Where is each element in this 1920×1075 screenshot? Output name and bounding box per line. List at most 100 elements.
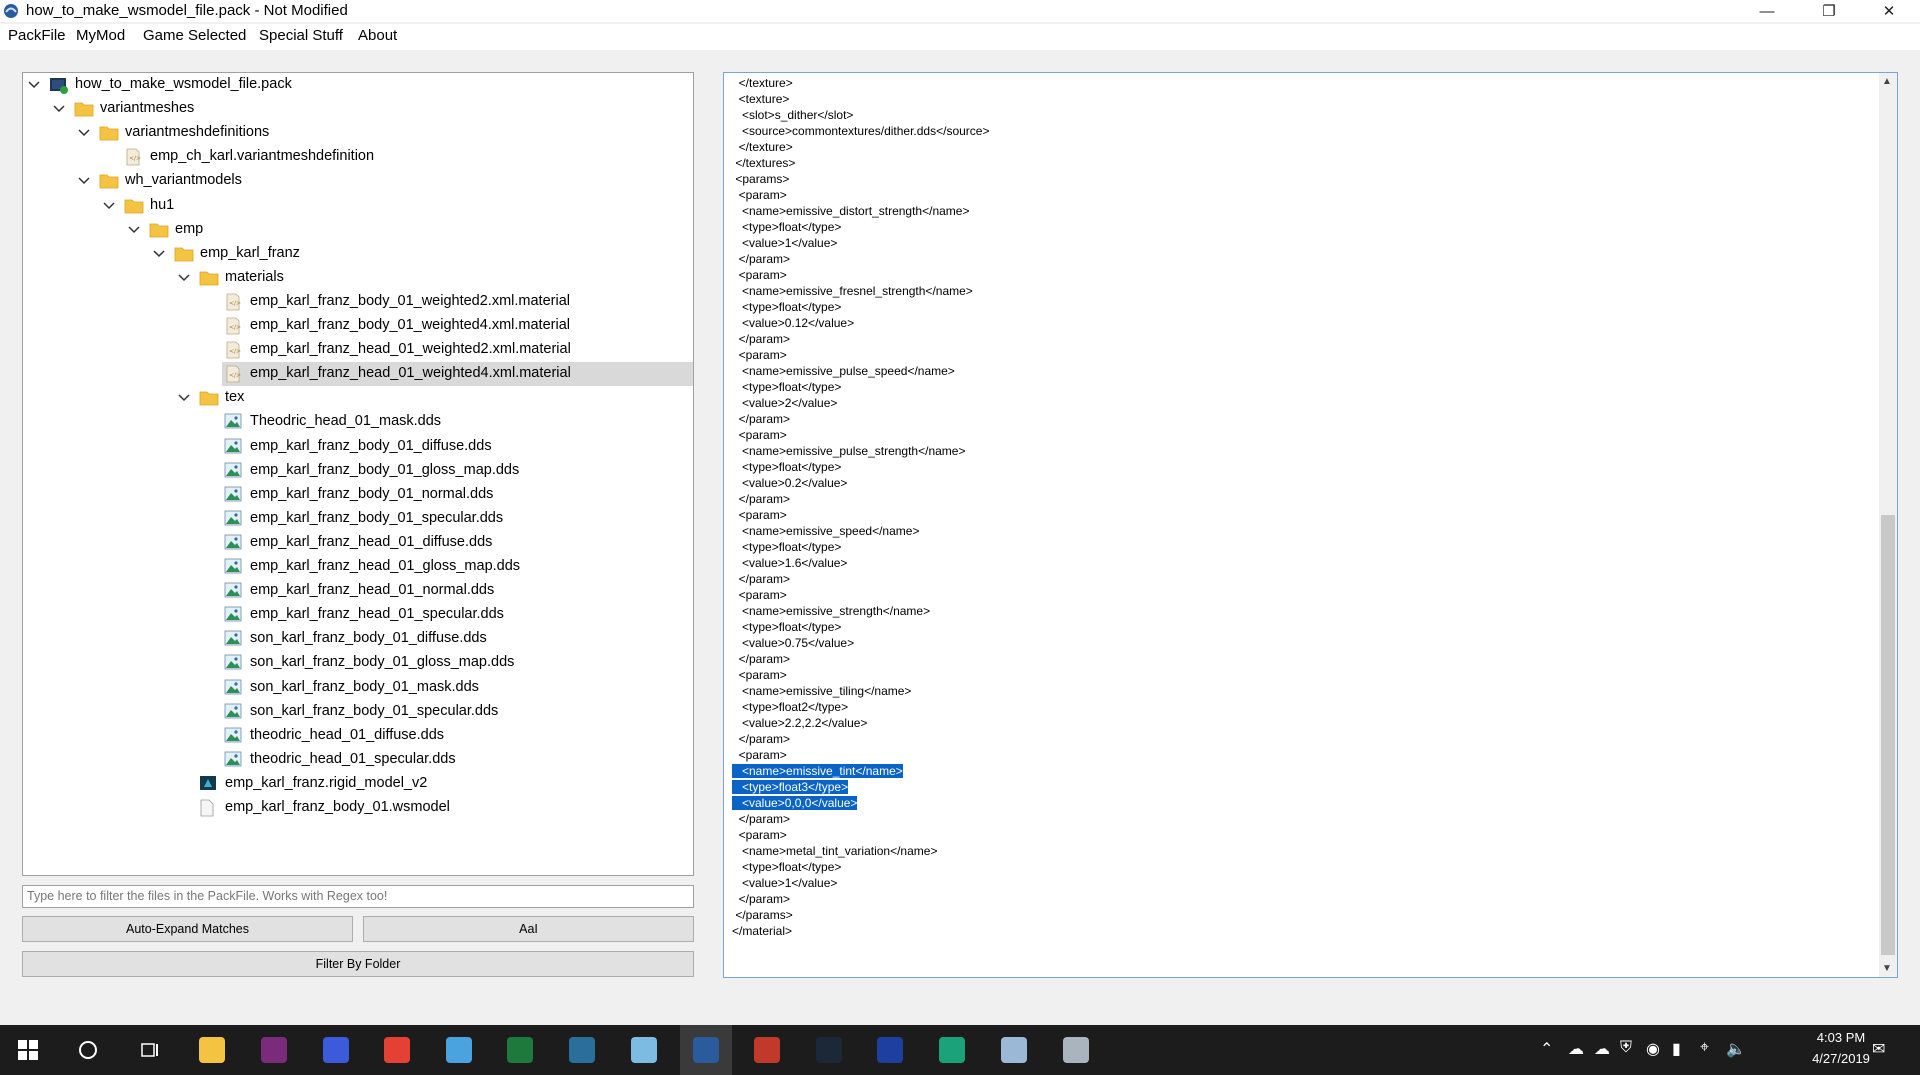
chevron-down-icon[interactable] (102, 199, 116, 213)
tree-item[interactable]: variantmeshes (23, 97, 693, 121)
app-icon[interactable] (258, 1034, 290, 1066)
filter-by-folder-button[interactable]: Filter By Folder (22, 951, 694, 977)
app-icon[interactable] (751, 1034, 783, 1066)
code-line[interactable]: <name>emissive_pulse_strength</name> (732, 443, 965, 459)
code-line[interactable]: <param> (732, 667, 787, 683)
code-line[interactable]: <name>emissive_fresnel_strength</name> (732, 283, 973, 299)
code-line[interactable]: <name>emissive_strength</name> (732, 603, 930, 619)
chevron-down-icon[interactable] (152, 247, 166, 261)
chevron-down-icon[interactable] (52, 102, 66, 116)
tree-item[interactable]: emp_karl_franz_head_01_specular.dds (23, 603, 693, 627)
code-line[interactable]: </texture> (732, 139, 793, 155)
tree-item[interactable]: how_to_make_wsmodel_file.pack (23, 73, 693, 97)
scroll-thumb[interactable] (1881, 515, 1895, 955)
code-line[interactable]: <value>0.12</value> (732, 315, 854, 331)
code-line[interactable]: <param> (732, 347, 787, 363)
code-line[interactable]: <type>float</type> (732, 459, 841, 475)
tree-item[interactable]: emp_karl_franz_head_01_diffuse.dds (23, 531, 693, 555)
chevron-down-icon[interactable] (27, 78, 41, 92)
code-line[interactable]: <name>metal_tint_variation</name> (732, 843, 937, 859)
code-line[interactable]: <type>float2</type> (732, 699, 848, 715)
menu-packfile[interactable]: PackFile (8, 27, 66, 44)
tree-item[interactable]: emp_karl_franz_body_01.wsmodel (23, 796, 693, 820)
unreal-icon[interactable] (874, 1034, 906, 1066)
code-line-selected[interactable]: <type>float3</type> (732, 779, 849, 795)
app-tray-icon[interactable]: ◉ (1646, 1039, 1660, 1059)
tree-item[interactable]: emp_karl_franz_body_01_specular.dds (23, 507, 693, 531)
tree-item[interactable]: theodric_head_01_specular.dds (23, 748, 693, 772)
scroll-down-icon[interactable]: ▼ (1882, 963, 1892, 974)
tree-item[interactable]: emp_karl_franz (23, 242, 693, 266)
tree-item[interactable]: </> emp_karl_franz_body_01_weighted4.xml.… (23, 314, 693, 338)
tree-item-selected[interactable]: </> emp_karl_franz_head_01_weighted4.xml.… (23, 362, 693, 387)
code-line[interactable]: <value>0.75</value> (732, 635, 854, 651)
code-line[interactable]: <source>commontextures/dither.dds</sourc… (732, 123, 989, 139)
code-line-selected[interactable]: <value>0,0,0</value> (732, 795, 858, 811)
code-line[interactable]: <value>2</value> (732, 395, 837, 411)
wifi-icon[interactable]: ⌖ (1700, 1039, 1709, 1057)
auto-expand-matches-button[interactable]: Auto-Expand Matches (22, 916, 353, 942)
code-line[interactable]: </texture> (732, 75, 793, 91)
file-explorer-icon[interactable] (196, 1034, 228, 1066)
battery-icon[interactable]: ▮ (1672, 1039, 1681, 1059)
app-icon[interactable] (566, 1034, 598, 1066)
tree-item[interactable]: emp_karl_franz_body_01_normal.dds (23, 483, 693, 507)
paint-icon[interactable] (998, 1034, 1030, 1066)
minimize-button[interactable]: — (1744, 0, 1790, 22)
code-line[interactable]: <type>float</type> (732, 539, 841, 555)
cloud-icon[interactable]: ☁ (1594, 1039, 1610, 1059)
code-line[interactable]: <type>float</type> (732, 859, 841, 875)
code-line-selected[interactable]: <name>emissive_tint</name> (732, 763, 903, 779)
code-line[interactable]: <param> (732, 427, 787, 443)
tree-item[interactable]: wh_variantmodels (23, 169, 693, 193)
code-line[interactable]: <texture> (732, 91, 790, 107)
xml-editor[interactable]: ▲ ▼ </texture> <texture> <slot>s_dither<… (723, 72, 1898, 978)
code-line[interactable]: <type>float</type> (732, 379, 841, 395)
tree-item[interactable]: son_karl_franz_body_01_gloss_map.dds (23, 651, 693, 675)
code-line[interactable]: <param> (732, 267, 787, 283)
close-button[interactable]: ✕ (1866, 0, 1912, 22)
code-line[interactable]: </param> (732, 811, 790, 827)
app-icon[interactable] (1060, 1034, 1092, 1066)
tree-item[interactable]: hu1 (23, 194, 693, 218)
code-line[interactable]: <type>float</type> (732, 619, 841, 635)
onedrive-icon[interactable]: ☁ (1568, 1039, 1584, 1059)
code-line[interactable]: <name>emissive_speed</name> (732, 523, 919, 539)
tree-item[interactable]: </> emp_ch_karl.variantmeshdefinition (23, 145, 693, 169)
chevron-down-icon[interactable] (177, 391, 191, 405)
cortana-icon[interactable] (72, 1034, 104, 1066)
chevron-down-icon[interactable] (77, 174, 91, 188)
start-icon[interactable] (12, 1034, 44, 1066)
case-sensitive-button[interactable]: AaI (363, 916, 694, 942)
code-line[interactable]: <param> (732, 187, 787, 203)
chrome-icon[interactable] (381, 1034, 413, 1066)
menu-special-stuff[interactable]: Special Stuff (259, 27, 343, 44)
tree-item[interactable]: variantmeshdefinitions (23, 121, 693, 145)
rpfm-icon[interactable] (690, 1034, 722, 1066)
network-app-icon[interactable] (443, 1034, 475, 1066)
code-line[interactable]: </param> (732, 251, 790, 267)
steam-icon[interactable] (813, 1034, 845, 1066)
defender-icon[interactable]: ⛨ (1620, 1039, 1632, 1057)
tree-item[interactable]: emp_karl_franz_body_01_diffuse.dds (23, 435, 693, 459)
code-line[interactable]: </material> (732, 923, 792, 939)
chevron-up-icon[interactable]: ⌃ (1540, 1039, 1553, 1059)
code-line[interactable]: <value>1</value> (732, 875, 837, 891)
tree-item[interactable]: theodric_head_01_diffuse.dds (23, 724, 693, 748)
chevron-down-icon[interactable] (127, 223, 141, 237)
code-line[interactable]: </param> (732, 651, 790, 667)
tree-item[interactable]: emp (23, 218, 693, 242)
scroll-up-icon[interactable]: ▲ (1882, 76, 1892, 87)
notepad-icon[interactable] (628, 1034, 660, 1066)
code-line[interactable]: <params> (732, 171, 789, 187)
code-line[interactable]: <slot>s_dither</slot> (732, 107, 853, 123)
code-line[interactable]: </param> (732, 891, 790, 907)
tray-time[interactable]: 4:03 PM (1806, 1030, 1876, 1045)
code-line[interactable]: <name>emissive_distort_strength</name> (732, 203, 969, 219)
code-line[interactable]: <type>float</type> (732, 299, 841, 315)
code-line[interactable]: </param> (732, 731, 790, 747)
menu-mymod[interactable]: MyMod (76, 27, 125, 44)
code-line[interactable]: <param> (732, 507, 787, 523)
tree-item[interactable]: emp_karl_franz.rigid_model_v2 (23, 772, 693, 796)
code-line[interactable]: </textures> (732, 155, 795, 171)
